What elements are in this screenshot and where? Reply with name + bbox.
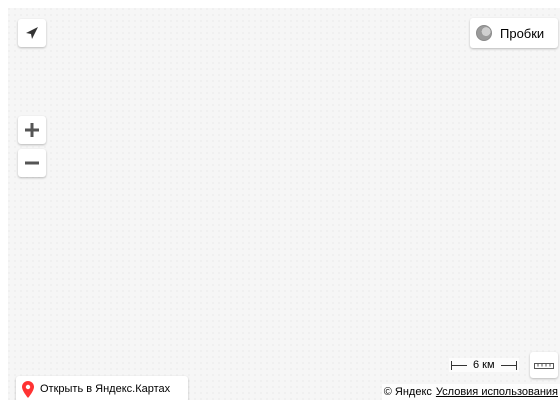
open-in-yandex-maps-button[interactable]: Открыть в Яндекс.Картах [16, 376, 188, 400]
scale-label: 6 км [473, 359, 495, 371]
scale-bar-left [451, 360, 467, 370]
map-pin-icon [22, 380, 34, 398]
scale-bar-right [500, 360, 517, 370]
ruler-icon [534, 363, 554, 369]
zoom-in-button[interactable] [18, 116, 46, 144]
copyright-text: © Яндекс [383, 386, 432, 398]
geolocation-button[interactable] [18, 19, 46, 47]
map-canvas[interactable]: Пробки 6 км Открыть в Яндекс.Картах © Ян… [8, 8, 560, 400]
zoom-out-button[interactable] [18, 149, 46, 177]
minus-icon [25, 161, 39, 165]
map-scale: 6 км [449, 358, 519, 372]
plus-icon [25, 123, 39, 137]
traffic-light-icon [476, 25, 492, 41]
open-in-yandex-maps-label: Открыть в Яндекс.Картах [40, 383, 171, 395]
ruler-button[interactable] [530, 352, 558, 378]
traffic-label: Пробки [500, 25, 545, 41]
map-copyright: © Яндекс Условия использования [381, 384, 560, 400]
geolocation-arrow-icon [26, 27, 38, 39]
terms-of-use-link[interactable]: Условия использования [436, 386, 558, 398]
traffic-button[interactable]: Пробки [470, 18, 558, 48]
